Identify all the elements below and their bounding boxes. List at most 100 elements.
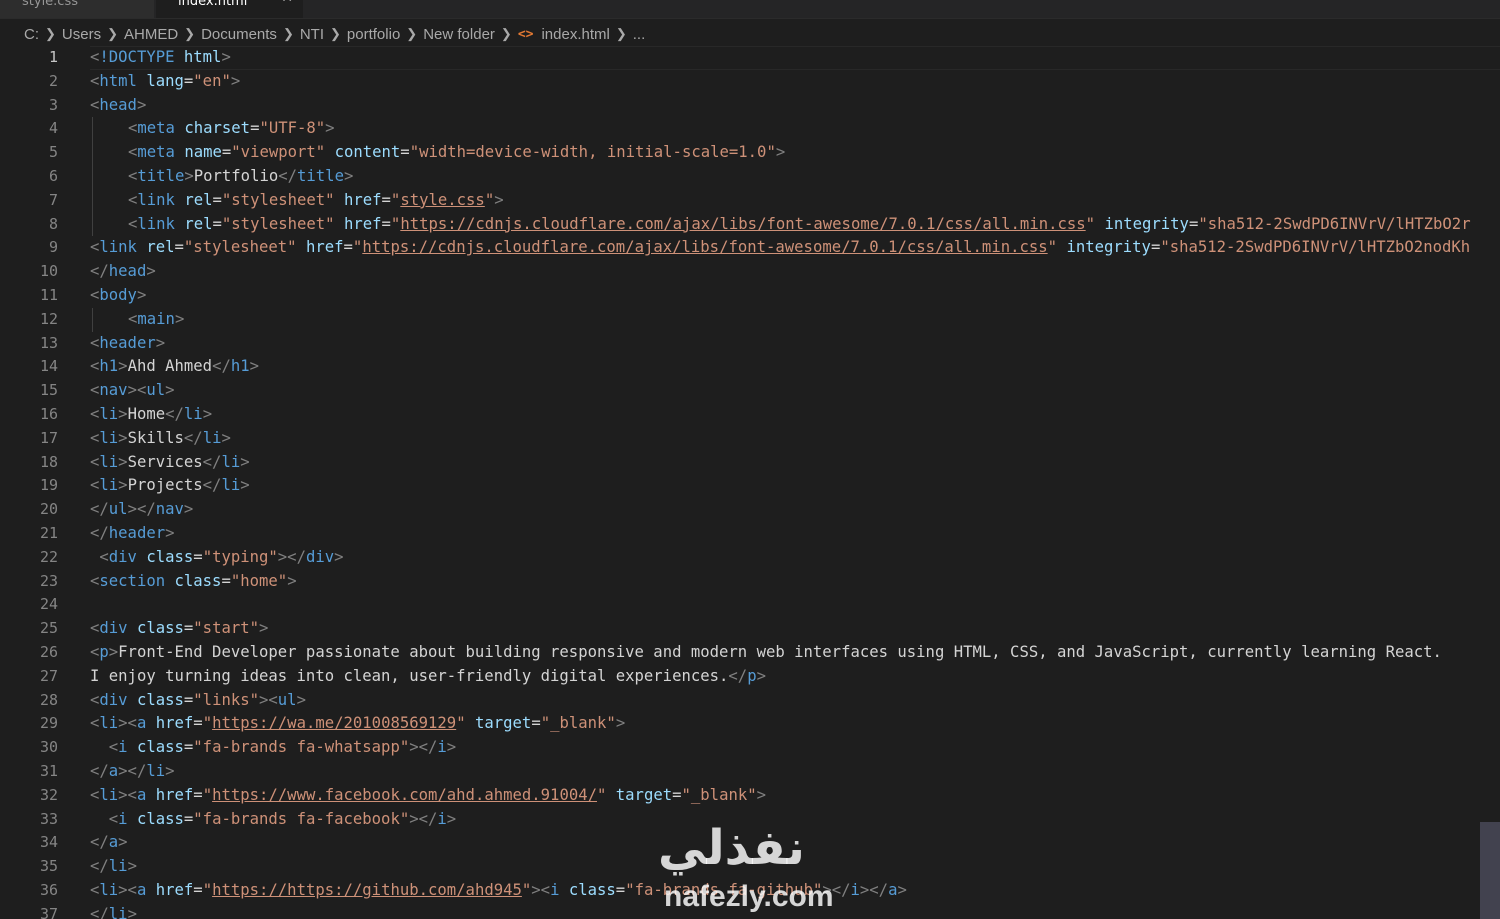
code-line[interactable]: <title>Portfolio</title> [128, 165, 353, 189]
code-token: < [108, 809, 119, 828]
code-token: = [1188, 214, 1199, 233]
code-token: </ [212, 357, 231, 376]
code-line[interactable]: <li>Services</li> [90, 451, 250, 475]
code-token: href [305, 238, 344, 257]
code-line[interactable]: <li><a href="https://www.facebook.com/ah… [90, 784, 766, 808]
code-line[interactable]: I enjoy turning ideas into clean, user-f… [90, 665, 766, 689]
code-token: li [108, 857, 128, 876]
indent-guide [92, 141, 93, 165]
code-area[interactable]: <!DOCTYPE html> <html lang="en"> <head> <me… [90, 46, 1500, 919]
code-line[interactable]: </a> [90, 831, 128, 855]
line-number: 26 [39, 643, 58, 661]
code-token: > [202, 405, 213, 423]
code-token: https://wa.me/201008569129 [212, 714, 457, 733]
breadcrumb-item-nti[interactable]: NTI [300, 26, 324, 43]
code-line[interactable]: <li><a href="https://wa.me/201008569129"… [90, 712, 625, 736]
line-number: 20 [39, 500, 58, 519]
code-token: https://cdnjs.cloudflare.com/ajax/libs/f… [400, 214, 1086, 233]
code-line[interactable]: <body> [90, 284, 146, 308]
code-line[interactable]: <i class="fa-brands fa-facebook"></i> [90, 808, 456, 832]
code-line[interactable]: </head> [90, 260, 156, 284]
breadcrumb-item-documents[interactable]: Documents [201, 26, 277, 43]
code-token: h1 [230, 357, 250, 376]
code-token: "stylesheet" [183, 238, 297, 257]
breadcrumb-item-drive[interactable]: C: [24, 26, 39, 43]
code-token: = [615, 881, 626, 899]
code-token: div [108, 547, 137, 566]
code-line[interactable]: <link rel="stylesheet" href="https://cdn… [90, 236, 1470, 260]
breadcrumb-item-more[interactable]: ... [633, 26, 646, 43]
code-line[interactable]: <!DOCTYPE html> [90, 46, 231, 70]
code-line[interactable]: <html lang="en"> [90, 70, 240, 94]
code-token: < [108, 738, 119, 757]
code-line[interactable]: <meta charset="UTF-8"> [128, 117, 335, 141]
code-token: " [484, 190, 495, 209]
line-number-gutter: 1 2 3 4 5 6 7 8 9 10 11 12 13 14 15 16 17 18 19 20 21 22 23 24 2… [0, 46, 60, 919]
code-token: >< [259, 690, 278, 709]
breadcrumb-item-users[interactable]: Users [62, 26, 101, 43]
code-line[interactable]: <h1>Ahd Ahmed</h1> [90, 355, 259, 379]
code-token: > [494, 190, 504, 209]
code-token: = [400, 143, 410, 162]
code-token: < [90, 238, 100, 257]
code-line[interactable]: <div class="typing"></div> [90, 546, 343, 570]
code-token: i [437, 738, 447, 757]
code-line[interactable]: <li>Skills</li> [90, 427, 231, 451]
line-number: 10 [39, 262, 58, 281]
code-line[interactable]: <li>Home</li> [90, 403, 212, 427]
code-line[interactable]: <main> [128, 308, 184, 332]
tab-style-css[interactable]: # style.css [0, 0, 155, 18]
code-token: </ [90, 857, 109, 876]
code-token: > [259, 619, 269, 638]
code-token: </ [90, 500, 109, 519]
code-line[interactable]: <head> [90, 94, 146, 118]
code-token: href [155, 881, 194, 899]
code-line[interactable]: </a></li> [90, 760, 175, 784]
code-line[interactable]: <p>Front-End Developer passionate about … [90, 641, 1442, 665]
code-line[interactable]: <i class="fa-brands fa-whatsapp"></i> [90, 736, 456, 760]
tab-index-html[interactable]: <> index.html ✕ [156, 0, 304, 18]
code-token: < [128, 167, 138, 185]
breadcrumb-item-ahmed[interactable]: AHMED [124, 26, 178, 43]
code-token: h1 [99, 357, 119, 376]
code-token: < [128, 143, 138, 162]
code-line[interactable]: </li> [90, 903, 137, 919]
code-token: = [672, 785, 682, 804]
code-line[interactable]: <link rel="stylesheet" href="style.css"> [128, 189, 504, 213]
code-line[interactable]: <div class="start"> [90, 617, 268, 641]
code-token: i [118, 809, 128, 828]
breadcrumb-item-portfolio[interactable]: portfolio [347, 26, 400, 43]
code-line[interactable]: <header> [90, 332, 165, 356]
code-token: = [183, 690, 194, 709]
line-number: 31 [39, 762, 58, 780]
code-token: li [99, 476, 119, 495]
code-token: < [90, 428, 100, 447]
code-line[interactable]: </li> [90, 855, 137, 879]
line-number: 24 [39, 595, 58, 614]
code-line[interactable]: <section class="home"> [90, 570, 297, 594]
code-token: Skills [127, 428, 184, 447]
code-line[interactable]: <div class="links"><ul> [90, 689, 306, 713]
code-line[interactable]: <meta name="viewport" content="width=dev… [128, 141, 785, 165]
code-token: > [155, 333, 166, 352]
code-line[interactable]: <li><a href="https://https://github.com/… [90, 879, 907, 903]
code-editor[interactable]: 1 2 3 4 5 6 7 8 9 10 11 12 13 14 15 16 17 18 19 20 21 22 23 24 2… [0, 46, 1500, 919]
code-line[interactable]: <link rel="stylesheet" href="https://cdn… [128, 213, 1471, 237]
code-line[interactable]: </header> [90, 522, 175, 546]
editor-tab-bar: # style.css <> index.html ✕ [0, 0, 1500, 19]
code-token: </ [202, 476, 222, 495]
code-line[interactable]: </ul></nav> [90, 498, 193, 522]
code-line[interactable]: <li>Projects</li> [90, 474, 250, 498]
breadcrumb-item-new-folder[interactable]: New folder [423, 26, 495, 43]
code-token: > [343, 167, 354, 185]
breadcrumb-item-file[interactable]: index.html [541, 26, 609, 43]
code-line[interactable]: <nav><ul> [90, 379, 175, 403]
vertical-scrollbar-slider[interactable] [1480, 822, 1500, 919]
code-token: = [212, 214, 222, 233]
code-token: href [155, 714, 194, 733]
